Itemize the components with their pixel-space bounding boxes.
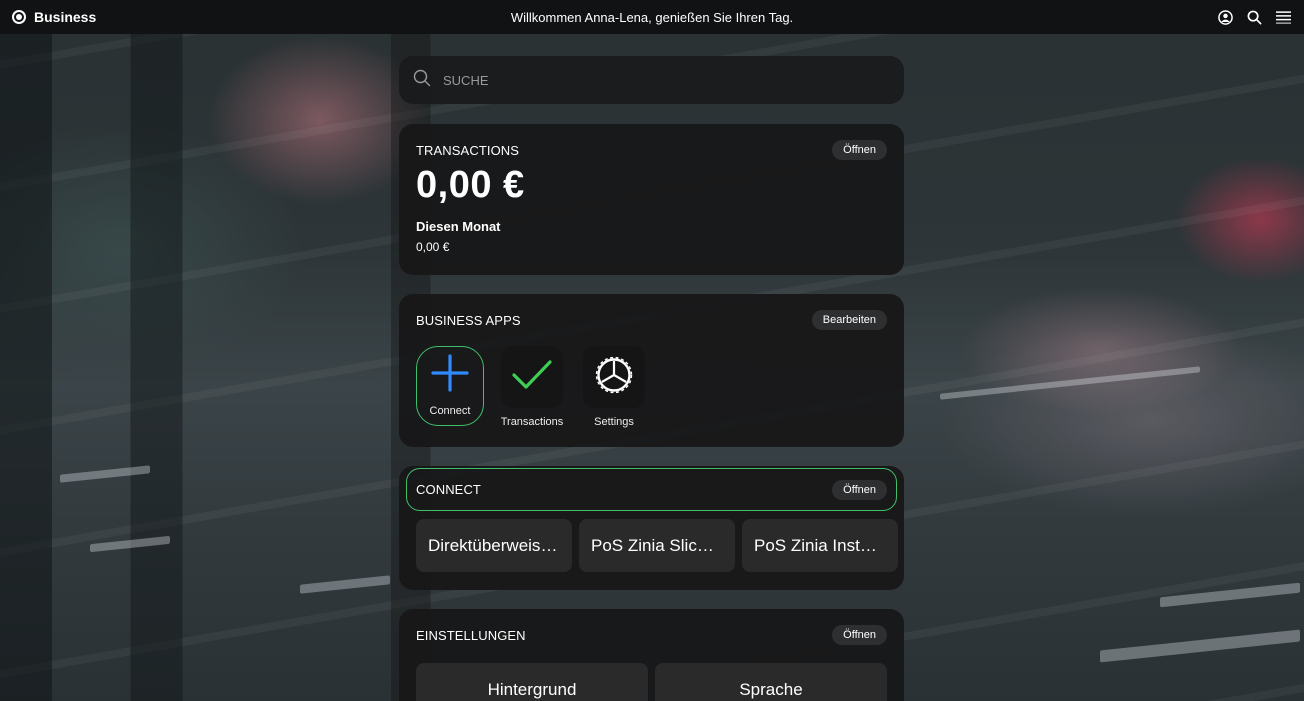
- connect-item[interactable]: PoS Zinia Install...: [742, 519, 898, 572]
- search-bar[interactable]: [399, 56, 904, 104]
- connect-open-button[interactable]: Öffnen: [832, 479, 887, 500]
- connect-item-label: Direktüberweisu...: [428, 535, 560, 555]
- menu-icon[interactable]: [1275, 9, 1292, 26]
- crosswalk-stripe: [300, 575, 390, 594]
- dashboard-column: TRANSACTIONS Öffnen 0,00 € Diesen Monat …: [399, 56, 904, 701]
- top-bar: Business Willkommen Anna-Lena, genießen …: [0, 0, 1304, 34]
- month-label: Diesen Monat: [416, 219, 501, 234]
- crosswalk-stripe: [90, 535, 170, 553]
- connect-widget: CONNECT Öffnen Direktüberweisu... PoS Zi…: [399, 466, 904, 590]
- crosswalk-stripe: [60, 465, 150, 483]
- settings-widget: EINSTELLUNGEN Öffnen Hintergrund Sprache: [399, 609, 904, 701]
- plus-icon: [430, 353, 470, 398]
- connect-title: CONNECT: [416, 482, 481, 497]
- app-label: Connect: [429, 405, 471, 417]
- connect-item-label: PoS Zinia Install...: [754, 535, 886, 555]
- crosswalk-stripe: [1160, 582, 1300, 608]
- transactions-title: TRANSACTIONS: [416, 142, 520, 158]
- app-settings[interactable]: Settings: [580, 346, 648, 428]
- brand[interactable]: Business: [12, 9, 96, 25]
- search-icon[interactable]: [1246, 9, 1263, 26]
- search-icon: [413, 69, 431, 92]
- transactions-widget: TRANSACTIONS Öffnen 0,00 € Diesen Monat …: [399, 124, 904, 275]
- settings-title: EINSTELLUNGEN: [416, 627, 526, 643]
- crosswalk-stripe: [940, 366, 1200, 400]
- business-apps-title: BUSINESS APPS: [416, 312, 521, 328]
- business-apps-widget: BUSINESS APPS Bearbeiten Connect Transac…: [399, 294, 904, 447]
- settings-language-tile[interactable]: Sprache: [655, 663, 887, 701]
- crosswalk-stripe: [1100, 629, 1300, 663]
- connect-item[interactable]: Direktüberweisu...: [416, 519, 572, 572]
- transactions-open-button[interactable]: Öffnen: [832, 140, 887, 160]
- brand-name: Business: [34, 9, 97, 25]
- checkmark-icon: [511, 358, 553, 397]
- welcome-message: Willkommen Anna-Lena, genießen Sie Ihren…: [510, 9, 794, 25]
- app-transactions[interactable]: Transactions: [498, 346, 566, 428]
- app-label: Settings: [594, 416, 634, 428]
- month-value: 0,00 €: [416, 240, 450, 254]
- business-apps-edit-button[interactable]: Bearbeiten: [811, 310, 887, 330]
- connect-item[interactable]: PoS Zinia Slice-i...: [579, 519, 735, 572]
- user-account-icon[interactable]: [1217, 9, 1234, 26]
- settings-gear-icon: [595, 356, 633, 399]
- app-connect[interactable]: Connect: [416, 346, 484, 426]
- brand-logo-icon: [12, 10, 26, 24]
- connect-header[interactable]: CONNECT Öffnen: [406, 468, 897, 511]
- transactions-total: 0,00 €: [416, 164, 525, 206]
- app-label: Transactions: [500, 416, 564, 428]
- connect-item-label: PoS Zinia Slice-i...: [591, 535, 723, 555]
- search-input[interactable]: [443, 72, 890, 88]
- settings-background-tile[interactable]: Hintergrund: [416, 663, 648, 701]
- settings-open-button[interactable]: Öffnen: [832, 625, 887, 645]
